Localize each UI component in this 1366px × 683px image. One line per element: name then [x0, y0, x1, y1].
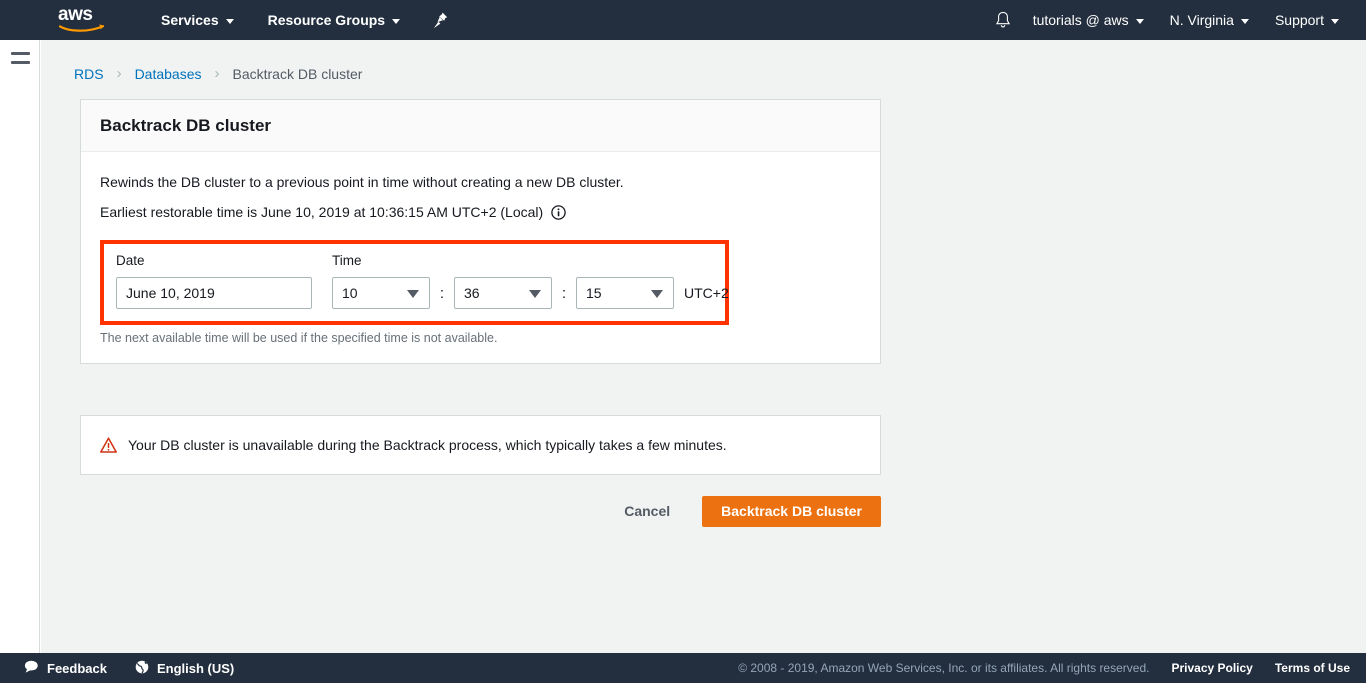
chevron-down-icon [392, 18, 401, 24]
breadcrumb-separator-icon: › [116, 65, 122, 82]
earliest-restorable-row: Earliest restorable time is June 10, 201… [100, 202, 861, 222]
card-header: Backtrack DB cluster [81, 100, 880, 152]
nav-services[interactable]: Services [150, 0, 245, 40]
privacy-policy-link[interactable]: Privacy Policy [1171, 661, 1252, 675]
copyright-text: © 2008 - 2019, Amazon Web Services, Inc.… [738, 661, 1150, 675]
breadcrumb: RDS › Databases › Backtrack DB cluster [74, 65, 362, 82]
info-circle-icon[interactable] [551, 204, 566, 220]
top-navigation-bar: aws Services Resource Groups tutorials @… [0, 0, 1366, 40]
hamburger-line [11, 61, 30, 64]
backtrack-db-cluster-submit-button[interactable]: Backtrack DB cluster [702, 495, 881, 527]
page-title: Backtrack DB cluster [100, 116, 272, 135]
globe-icon [135, 660, 149, 677]
cancel-button[interactable]: Cancel [610, 495, 684, 527]
timezone-label: UTC+2 [684, 285, 729, 301]
minute-select[interactable]: 36 [454, 277, 552, 309]
left-side-rail [0, 40, 40, 659]
hamburger-menu-icon[interactable] [11, 50, 30, 66]
minute-value: 36 [464, 285, 480, 301]
aws-logo-text: aws [58, 4, 93, 25]
nav-support-label: Support [1274, 12, 1324, 28]
notifications-button[interactable] [986, 0, 1020, 40]
time-field-group: Time 10 : 36: 15 UTC+2 [332, 253, 729, 309]
breadcrumb-item-rds[interactable]: RDS [74, 66, 104, 82]
nav-region-menu[interactable]: N. Virginia [1157, 0, 1262, 40]
bell-notification-icon [995, 11, 1010, 28]
nav-account-menu[interactable]: tutorials @ aws [1020, 0, 1157, 40]
feedback-link[interactable]: Feedback [24, 660, 107, 676]
speech-bubble-icon [24, 660, 39, 676]
language-label: English (US) [156, 660, 235, 676]
footer-left-group: Feedback English (US) [24, 660, 234, 677]
aws-smile-icon [59, 24, 105, 32]
nav-account-label: tutorials @ aws [1032, 12, 1129, 28]
aws-logo[interactable]: aws [58, 5, 110, 35]
hamburger-line [11, 52, 30, 55]
nav-resource-groups[interactable]: Resource Groups [257, 0, 411, 40]
time-label: Time [332, 253, 362, 268]
warning-message: Your DB cluster is unavailable during th… [128, 437, 727, 453]
earliest-restorable-text: Earliest restorable time is June 10, 201… [100, 204, 544, 220]
language-selector-link[interactable]: English (US) [135, 660, 234, 677]
nav-resource-groups-label: Resource Groups [267, 12, 386, 28]
page-footer: Feedback English (US) © 2008 - 2019, Ama… [0, 653, 1366, 683]
minute-select-wrapper: 36 [454, 277, 552, 309]
hour-value: 10 [342, 285, 358, 301]
date-field-group: Date [116, 253, 312, 309]
breadcrumb-item-current: Backtrack DB cluster [232, 65, 363, 82]
footer-right-group: © 2008 - 2019, Amazon Web Services, Inc.… [738, 661, 1366, 675]
time-selectors-row: 10 : 36 : 15 UTC+2 [332, 277, 729, 309]
chevron-down-icon [1331, 18, 1339, 24]
nav-region-label: N. Virginia [1169, 12, 1234, 28]
second-value: 15 [586, 285, 602, 301]
feedback-label: Feedback [47, 660, 107, 676]
backtrack-db-cluster-card: Backtrack DB cluster Rewinds the DB clus… [80, 99, 881, 364]
terms-of-use-link[interactable]: Terms of Use [1275, 661, 1350, 675]
nav-services-label: Services [161, 12, 219, 28]
form-actions: Cancel Backtrack DB cluster [80, 495, 881, 527]
card-body: Rewinds the DB cluster to a previous poi… [81, 152, 880, 363]
second-select-wrapper: 15 [576, 277, 674, 309]
hour-select-wrapper: 10 [332, 277, 430, 309]
hour-select[interactable]: 10 [332, 277, 430, 309]
main-content-area: RDS › Databases › Backtrack DB cluster B… [41, 40, 1366, 659]
time-availability-hint: The next available time will be used if … [100, 331, 498, 345]
card-description: Rewinds the DB cluster to a previous poi… [100, 174, 624, 190]
second-select[interactable]: 15 [576, 277, 674, 309]
chevron-down-icon [225, 18, 234, 24]
chevron-down-icon [1240, 18, 1249, 24]
warning-triangle-icon [100, 436, 117, 454]
breadcrumb-separator-icon: › [214, 65, 220, 82]
top-nav-right-group: tutorials @ aws N. Virginia Support [986, 0, 1366, 40]
pushpin-icon [433, 12, 447, 28]
warning-banner: Your DB cluster is unavailable during th… [80, 415, 881, 475]
date-input[interactable] [116, 277, 312, 309]
date-label: Date [116, 253, 145, 268]
nav-support-menu[interactable]: Support [1262, 0, 1352, 40]
date-time-highlight-box: Date Time 10 : [100, 240, 729, 325]
time-colon-separator: : [439, 284, 445, 302]
time-colon-separator: : [561, 284, 567, 302]
chevron-down-icon [1135, 18, 1144, 24]
breadcrumb-item-databases[interactable]: Databases [135, 66, 202, 82]
pushpin-button[interactable] [425, 0, 455, 40]
